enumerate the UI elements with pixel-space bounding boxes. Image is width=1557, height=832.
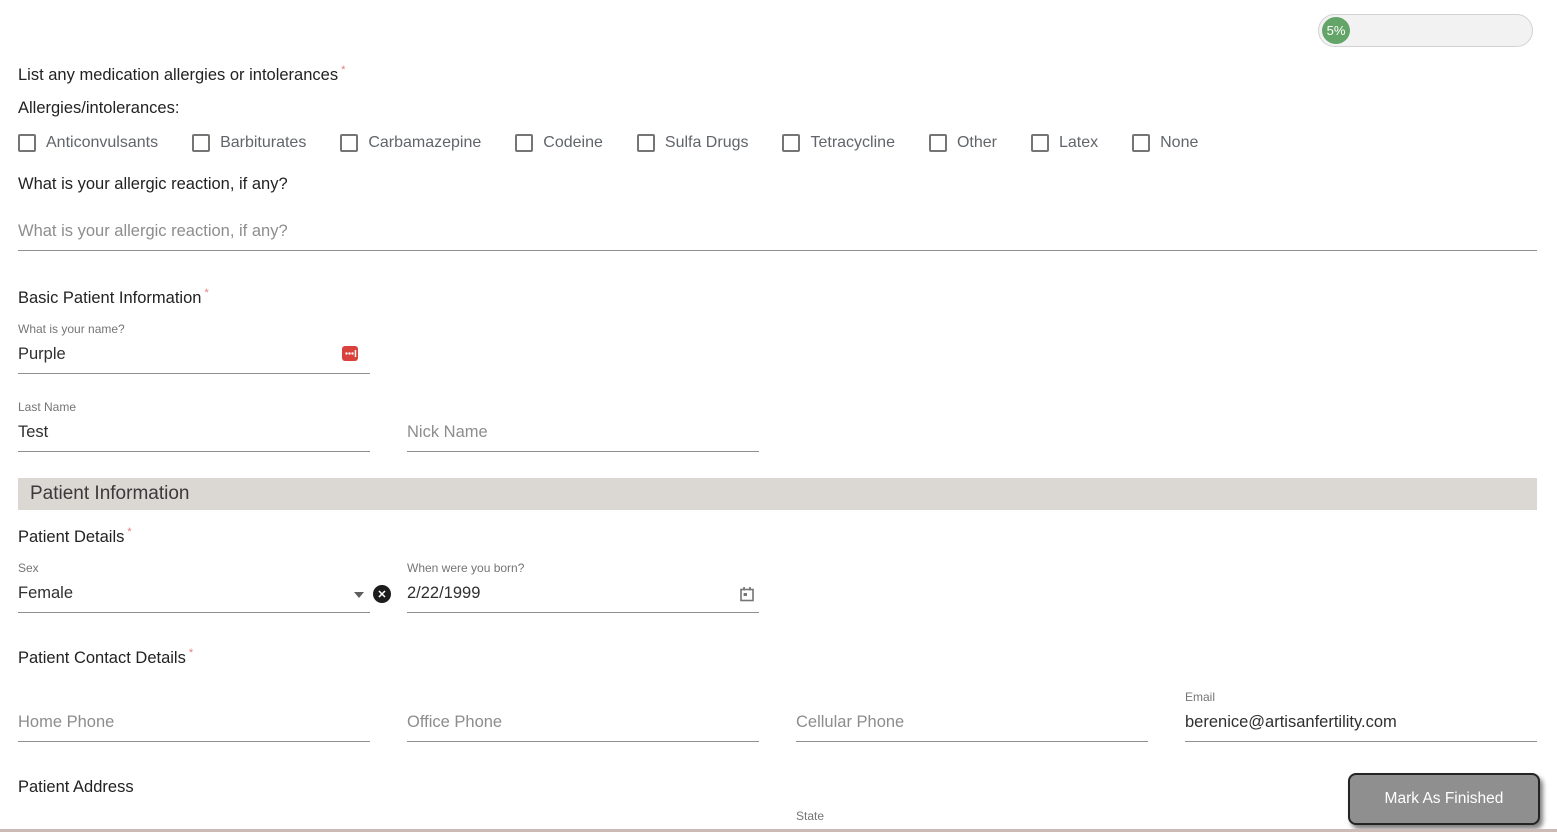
nick-name-field [407,421,759,452]
required-asterisk: * [188,647,194,659]
required-asterisk: * [341,64,346,76]
required-asterisk: * [127,526,132,538]
name-row: Last Name Test [18,400,1537,452]
patient-details-heading: Patient Details * [18,526,1537,547]
patient-contact-details-heading: Patient Contact Details * [18,647,1537,668]
patient-information-banner: Patient Information [18,478,1537,510]
allergy-option-label: Tetracycline [810,134,895,151]
office-phone-field [407,711,759,742]
last-name-field: Last Name Test [18,400,370,452]
sex-dob-row: Sex Female ✕ When were you born? 2/22/19… [18,561,1537,613]
sex-label: Sex [18,561,39,575]
allergy-question-heading: List any medication allergies or intoler… [18,64,1537,85]
cellular-phone-field [796,711,1148,742]
cellular-phone-input[interactable] [796,711,1148,742]
form-progress-bar: 5% [1318,14,1533,47]
allergy-option-other[interactable]: Other [928,134,997,152]
home-phone-field [18,711,370,742]
allergy-option-label: None [1160,134,1199,151]
progress-percent-badge: 5% [1322,17,1350,44]
checkbox-icon[interactable] [515,134,534,152]
allergy-group-label: Allergies/intolerances: [18,99,180,117]
patient-address-heading: Patient Address [18,778,134,796]
allergy-option-latex[interactable]: Latex [1030,134,1099,152]
first-name-value: Purple [18,345,66,363]
dob-value: 2/22/1999 [407,584,481,602]
allergic-reaction-field [18,220,1537,251]
first-name-label: What is your name? [18,322,125,336]
sex-select[interactable]: Female ✕ [18,582,391,613]
allergy-option-anticonvulsants[interactable]: Anticonvulsants [18,134,158,152]
checkbox-icon[interactable] [192,134,211,152]
checkbox-icon[interactable] [18,134,36,152]
calendar-icon[interactable] [739,586,755,608]
ellipsis-cursor-icon [344,350,356,357]
allergy-option-label: Sulfa Drugs [664,134,749,151]
allergy-option-label: Latex [1058,134,1099,151]
chevron-down-icon[interactable] [354,592,364,598]
required-asterisk: * [204,287,209,299]
field-edit-flag-icon [342,346,358,361]
progress-percent-label: 5% [1326,23,1346,38]
email-value: berenice@artisanfertility.com [1185,713,1397,731]
office-phone-input[interactable] [407,711,759,742]
last-name-value: Test [18,423,49,441]
state-label: State [796,809,825,823]
checkbox-icon[interactable] [1030,134,1049,152]
allergy-option-codeine[interactable]: Codeine [515,134,603,152]
allergy-question-text: List any medication allergies or intoler… [18,66,339,84]
contact-fields-row: Email berenice@artisanfertility.com [18,690,1537,742]
first-name-value-line[interactable]: Purple [18,343,370,374]
allergy-option-tetracycline[interactable]: Tetracycline [782,134,895,152]
last-name-label: Last Name [18,400,77,414]
sex-value: Female [18,584,74,602]
email-value-line[interactable]: berenice@artisanfertility.com [1185,711,1537,742]
checkbox-icon[interactable] [782,134,801,152]
clear-selection-icon[interactable]: ✕ [373,585,391,603]
nick-name-input[interactable] [407,421,759,452]
dob-label: When were you born? [407,561,525,575]
checkbox-icon[interactable] [928,134,947,152]
checkbox-icon[interactable] [1132,134,1151,152]
allergy-option-label: Carbamazepine [368,134,482,151]
last-name-value-line[interactable]: Test [18,421,370,452]
allergy-option-label: Codeine [543,134,603,151]
allergy-option-barbiturates[interactable]: Barbiturates [192,134,306,152]
allergy-option-label: Anticonvulsants [46,134,159,151]
email-label: Email [1185,690,1216,704]
checkbox-icon[interactable] [340,134,359,152]
allergy-option-none[interactable]: None [1132,134,1198,152]
patient-information-banner-title: Patient Information [30,483,190,504]
dob-field: When were you born? 2/22/1999 [407,561,759,613]
allergy-option-label: Other [956,134,997,151]
patient-details-heading-text: Patient Details [18,528,125,546]
allergic-reaction-input[interactable] [18,220,1537,251]
basic-info-heading: Basic Patient Information * [18,287,1537,308]
dob-value-line[interactable]: 2/22/1999 [407,582,759,613]
home-phone-input[interactable] [18,711,370,742]
allergy-option-sulfa-drugs[interactable]: Sulfa Drugs [636,134,749,152]
allergic-reaction-label: What is your allergic reaction, if any? [18,175,288,193]
patient-intake-form-page: 5% List any medication allergies or into… [0,0,1557,832]
allergy-options-row: Anticonvulsants Barbiturates Carbamazepi… [18,134,1537,152]
mark-as-finished-button[interactable]: Mark As Finished [1348,773,1540,825]
email-field: Email berenice@artisanfertility.com [1185,690,1537,742]
allergy-option-label: Barbiturates [220,134,307,151]
patient-contact-details-heading-text: Patient Contact Details [18,649,186,667]
basic-info-heading-text: Basic Patient Information [18,289,202,307]
sex-field: Sex Female ✕ [18,561,391,613]
first-name-field: What is your name? Purple [18,322,370,374]
allergy-option-carbamazepine[interactable]: Carbamazepine [340,134,481,152]
checkbox-icon[interactable] [636,134,655,152]
